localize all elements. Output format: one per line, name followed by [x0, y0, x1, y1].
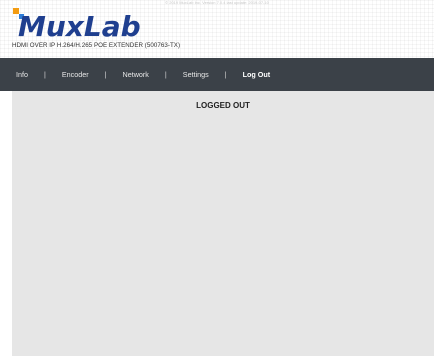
nav-separator: | [164, 70, 167, 79]
muxlab-logo: MuxLab [13, 8, 141, 39]
logo-text: MuxLab [18, 10, 141, 39]
nav-item-network[interactable]: Network [123, 70, 149, 79]
nav-item-info[interactable]: Info [16, 70, 28, 79]
main-content-area: LOGGED OUT [12, 91, 434, 356]
nav-item-log-out[interactable]: Log Out [243, 70, 271, 79]
top-navigation-bar: Info | Encoder | Network | Settings | Lo… [0, 58, 434, 91]
header: © 2019 MuxLab Inc. Version 7.0.4 last up… [0, 0, 434, 58]
nav-separator: | [44, 70, 46, 79]
copyright-text: © 2019 MuxLab Inc. Version 7.0.4 last up… [165, 0, 269, 5]
nav-item-settings[interactable]: Settings [183, 70, 209, 79]
nav-item-encoder[interactable]: Encoder [62, 70, 89, 79]
nav-separator: | [224, 70, 227, 79]
logged-out-message: LOGGED OUT [196, 101, 250, 110]
product-title: HDMI OVER IP H.264/H.265 POE EXTENDER (5… [12, 42, 181, 49]
nav-separator: | [104, 70, 107, 79]
